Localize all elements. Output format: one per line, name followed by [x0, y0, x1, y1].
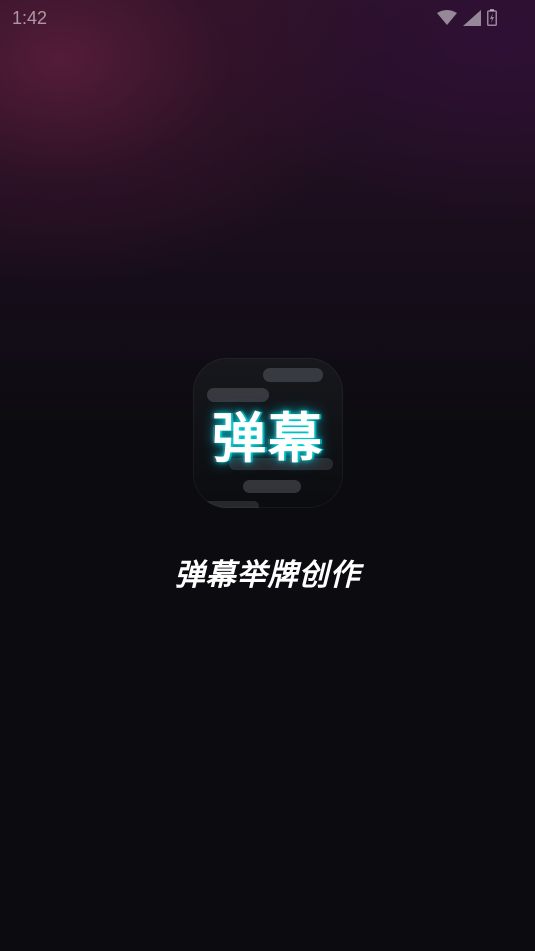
logo-text: 弹幕 [212, 407, 324, 470]
cell-signal-icon [463, 9, 481, 30]
wifi-icon [437, 9, 457, 30]
battery-icon [487, 9, 497, 30]
logo-danmaku-bar [263, 368, 323, 382]
status-bar: 1:42 [0, 0, 535, 36]
logo-danmaku-bar [203, 501, 259, 508]
status-time: 1:42 [12, 8, 48, 28]
status-icons [437, 9, 497, 30]
logo-danmaku-bar [243, 480, 301, 493]
app-logo: 弹幕 [193, 358, 343, 508]
splash-screen: 1:42 弹幕 弹幕举牌创作 [0, 0, 535, 951]
app-name: 弹幕举牌创作 [174, 558, 361, 593]
